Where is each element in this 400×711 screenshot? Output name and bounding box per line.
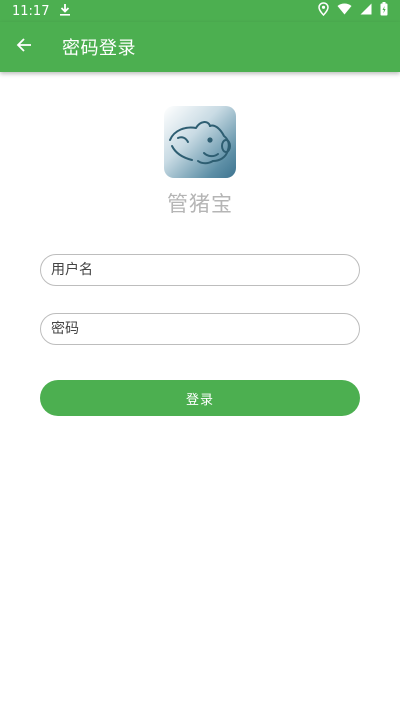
brand-name: 管猪宝 <box>167 192 233 216</box>
page-title: 密码登录 <box>62 38 136 59</box>
battery-icon <box>380 2 388 20</box>
wifi-icon <box>337 3 352 19</box>
status-time: 11:17 <box>12 3 50 19</box>
password-input[interactable] <box>41 314 359 344</box>
status-bar: 11:17 <box>0 0 400 22</box>
username-field[interactable] <box>40 254 360 286</box>
password-field[interactable] <box>40 313 360 345</box>
arrow-left-icon <box>16 37 32 57</box>
location-icon <box>318 2 329 20</box>
signal-icon <box>360 3 372 19</box>
status-left: 11:17 <box>12 3 71 20</box>
download-icon <box>59 3 71 20</box>
login-button[interactable]: 登录 <box>40 380 360 416</box>
back-button[interactable] <box>0 22 48 72</box>
pig-logo <box>164 106 236 178</box>
username-input[interactable] <box>41 255 359 285</box>
app-bar: 密码登录 <box>0 22 400 72</box>
status-right <box>318 2 388 20</box>
